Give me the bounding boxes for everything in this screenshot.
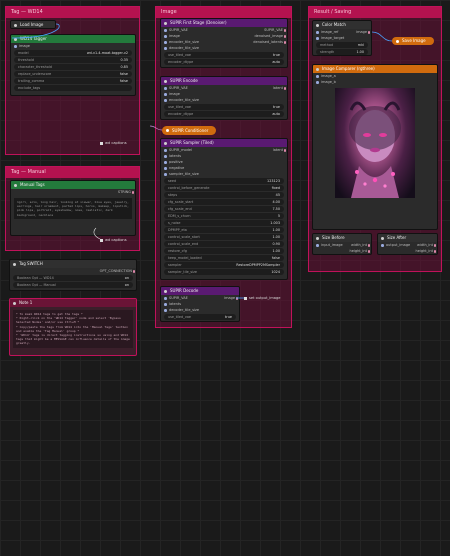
slot-row[interactable]: decoder_tile_size	[161, 307, 239, 313]
node-title[interactable]: Load Image	[11, 21, 55, 28]
dpmpp-eta-widget[interactable]: DPMPP_eta 1.00	[164, 227, 284, 233]
note-text[interactable]: * To mask WD14 tags to get the tags * * …	[13, 310, 133, 348]
load-image-node[interactable]: Load Image	[10, 20, 56, 29]
use-tiled-vae-widget[interactable]: use_tiled_vae true	[164, 314, 236, 320]
node-title[interactable]: SUPIR First Stage (Denoiser)	[161, 19, 287, 27]
size-before-node[interactable]: Size Before input_image width_int height_…	[312, 233, 372, 255]
slot-row[interactable]: height_int	[313, 248, 371, 254]
size-after-node[interactable]: Size After output_image width_int height_…	[377, 233, 438, 255]
method-widget[interactable]: method mkl	[316, 42, 368, 48]
output-icon	[244, 296, 247, 300]
sampler-tile-size-widget[interactable]: sampler_tile_size 1024	[164, 269, 284, 275]
node-title[interactable]: Manual Tags	[11, 181, 135, 189]
wd14-tagger-node[interactable]: WD14 Tagger image model wd-v1-4-moat-tagg…	[10, 34, 136, 96]
cfg-scale-start-widget[interactable]: cfg_scale_start 4.00	[164, 199, 284, 205]
node-title[interactable]: SUPIR Decode	[161, 287, 239, 295]
manual-tags-node[interactable]: Manual Tags STRING 1girl, solo, long hai…	[10, 180, 136, 236]
boolean-manual-toggle[interactable]: Boolean Opt — Manual on	[13, 282, 133, 288]
slot-row[interactable]: decoder_tile_size	[161, 45, 287, 51]
group-title[interactable]: Result / Saving	[309, 7, 441, 18]
steps-widget[interactable]: steps 45	[164, 192, 284, 198]
supir-first-stage-node[interactable]: SUPIR First Stage (Denoiser) SUPIR_VAE SU…	[160, 18, 288, 68]
control-scale-end-widget[interactable]: control_scale_end 0.90	[164, 241, 284, 247]
threshold-widget[interactable]: threshold 0.35	[14, 57, 132, 63]
sampler-widget[interactable]: sampler RestoreDPMPP2MSampler	[164, 262, 284, 268]
node-title[interactable]: WD14 Tagger	[11, 35, 135, 43]
exclude-tags-widget[interactable]: exclude_tags	[14, 85, 132, 91]
node-title[interactable]: Size Before	[313, 234, 371, 242]
encoder-dtype-widget[interactable]: encoder_dtype auto	[164, 111, 284, 117]
opt-connection-output[interactable]: OPT_CONNECTION	[10, 268, 136, 274]
node-title[interactable]: SUPIR Encode	[161, 77, 287, 85]
comparison-image-preview[interactable]	[335, 88, 415, 198]
control-before-generate-widget[interactable]: control_before_generate fixed	[164, 185, 284, 191]
replace-underscore-widget[interactable]: replace_underscore false	[14, 71, 132, 77]
trailing-comma-widget[interactable]: trailing_comma false	[14, 78, 132, 84]
restore-cfg-widget[interactable]: restore_cfg 1.00	[164, 248, 284, 254]
control-scale-start-widget[interactable]: control_scale_start 1.00	[164, 234, 284, 240]
wd-captions-output[interactable]: wd captions	[100, 141, 127, 145]
slot-row[interactable]: image_target	[313, 35, 371, 41]
node-title[interactable]: Color Match	[313, 21, 371, 29]
string-output-slot[interactable]: STRING	[11, 189, 135, 195]
output-icon	[100, 141, 103, 145]
set-output-image-output[interactable]: set output_image	[244, 296, 280, 300]
use-tiled-vae-widget[interactable]: use_tiled_vae true	[164, 104, 284, 110]
manual-tags-textbox[interactable]: 1girl, solo, long hair, looking at viewe…	[14, 198, 132, 219]
group-title[interactable]: Image	[156, 7, 291, 18]
s-noise-widget[interactable]: s_noise 1.003	[164, 220, 284, 226]
node-title[interactable]: Size After	[378, 234, 437, 242]
supir-sampler-node[interactable]: SUPIR Sampler (Tiled) SUPIR_model latent …	[160, 138, 288, 280]
model-widget[interactable]: model wd-v1-4-moat-tagger-v2	[14, 50, 132, 56]
portrait-image	[349, 101, 401, 198]
supir-decode-node[interactable]: SUPIR Decode SUPIR_VAE image latents deco…	[160, 286, 240, 322]
node-title[interactable]: SUPIR Sampler (Tiled)	[161, 139, 287, 147]
manual-captions-output[interactable]: wd captions	[100, 238, 127, 242]
group-title[interactable]: Tag — WD14	[6, 7, 139, 18]
node-title[interactable]: Tag SWITCH	[10, 260, 136, 268]
image-comparer-node[interactable]: Image Comparer (rgthree) image_a image_b	[312, 64, 438, 230]
edm-s-churn-widget[interactable]: EDM_s_churn 5	[164, 213, 284, 219]
tag-switch-node[interactable]: Tag SWITCH OPT_CONNECTION Boolean Opt — …	[9, 259, 137, 291]
boolean-wd14-toggle[interactable]: Boolean Opt — WD14 on	[13, 275, 133, 281]
slot-row[interactable]: image_b	[313, 79, 437, 85]
seed-widget[interactable]: seed 123123	[164, 178, 284, 184]
character-threshold-widget[interactable]: character_threshold 0.85	[14, 64, 132, 70]
input-image-slot[interactable]: image	[11, 43, 135, 49]
cfg-scale-end-widget[interactable]: cfg_scale_end 7.50	[164, 206, 284, 212]
supir-conditioner-node[interactable]: SUPIR Conditioner	[162, 126, 217, 135]
slot-row[interactable]: height_int	[378, 248, 437, 254]
use-tiled-vae-widget[interactable]: use_tiled_vae true	[164, 52, 284, 58]
save-image-node[interactable]: Save Image	[392, 37, 434, 45]
output-icon	[100, 238, 103, 242]
supir-encode-node[interactable]: SUPIR Encode SUPIR_VAE latent image encod…	[160, 76, 288, 120]
slot-row[interactable]: sampler_tile_size	[161, 171, 287, 177]
slot-row[interactable]: encoder_tile_size	[161, 97, 287, 103]
node-title[interactable]: Note 1	[10, 299, 136, 307]
node-title[interactable]: Image Comparer (rgthree)	[313, 65, 437, 73]
color-match-node[interactable]: Color Match image_ref image image_target …	[312, 20, 372, 56]
note-node[interactable]: Note 1 * To mask WD14 tags to get the ta…	[9, 298, 137, 356]
strength-widget[interactable]: strength 1.00	[316, 49, 368, 55]
group-title[interactable]: Tag — Manual	[6, 167, 139, 178]
encoder-dtype-widget[interactable]: encoder_dtype auto	[164, 59, 284, 65]
keep-model-loaded-widget[interactable]: keep_model_loaded false	[164, 255, 284, 261]
